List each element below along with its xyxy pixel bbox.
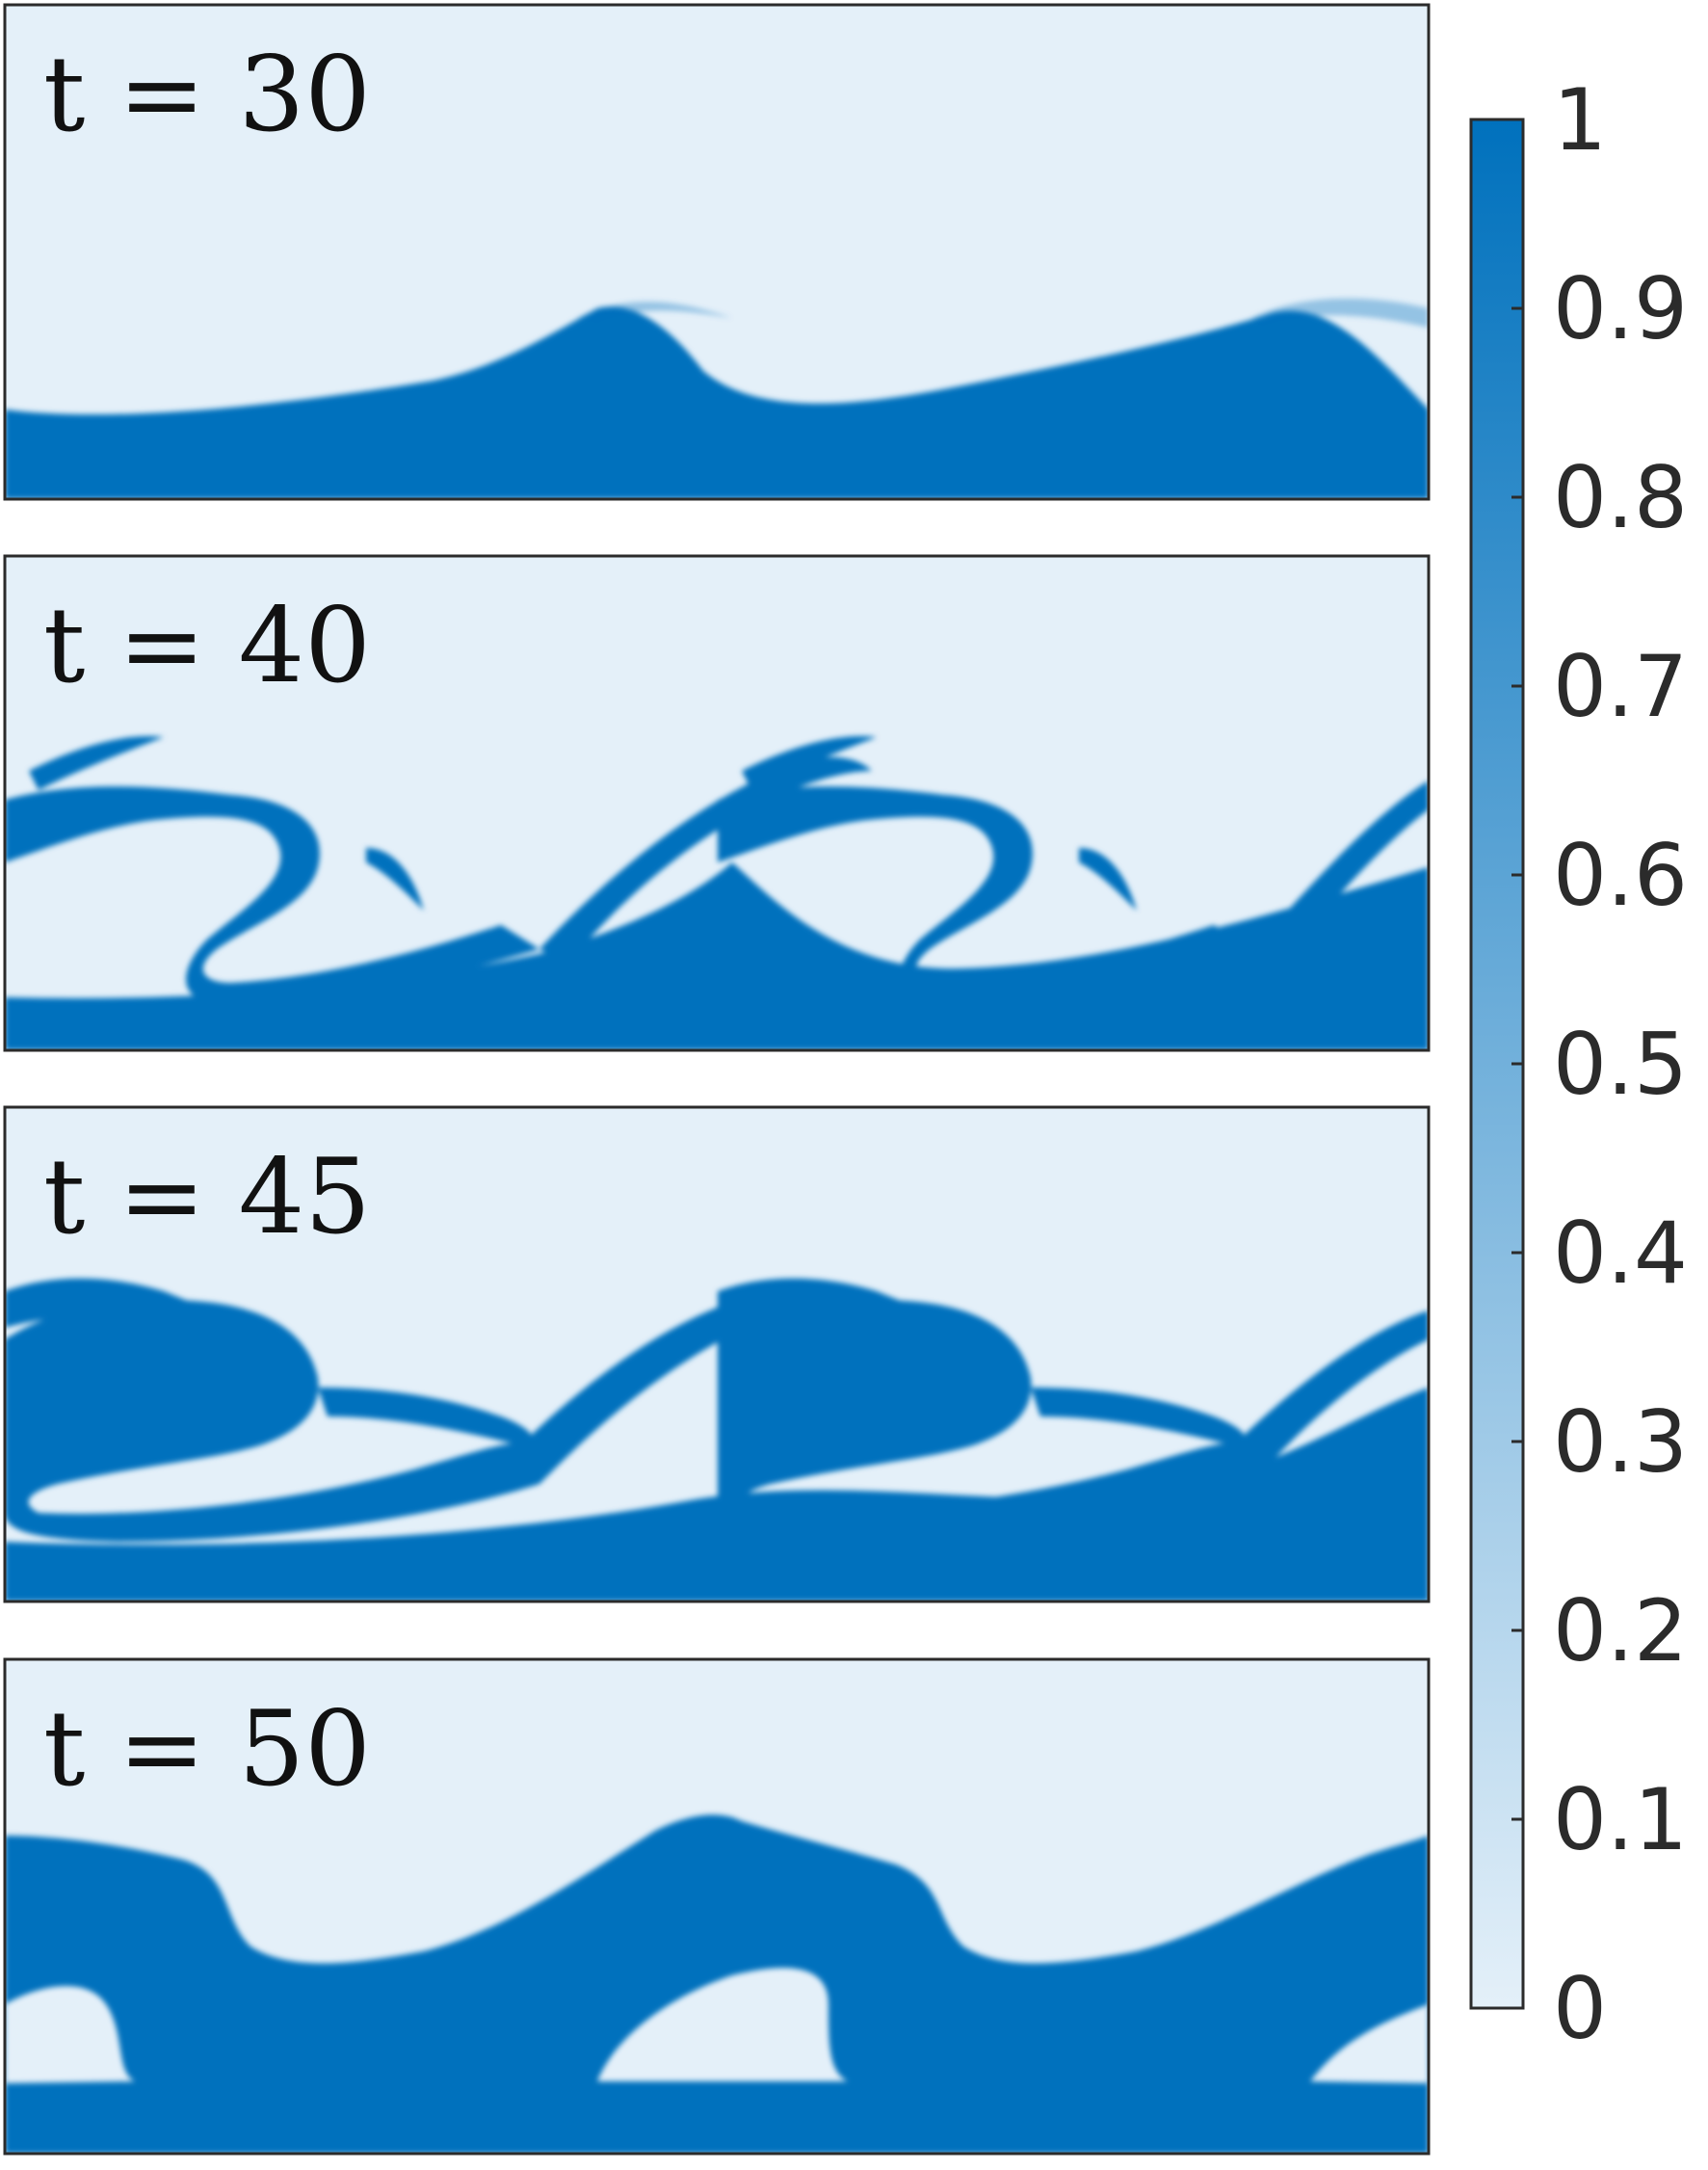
colorbar-tick-label: 0.7: [1553, 637, 1688, 736]
panel-label: t = 45: [43, 1137, 371, 1257]
panel-label: t = 30: [43, 35, 371, 155]
colorbar-tick-label: 0.3: [1553, 1392, 1688, 1492]
panel-label: t = 40: [43, 586, 371, 706]
colorbar-tick-label: 0.2: [1553, 1581, 1688, 1680]
colorbar-tick-label: 0.6: [1553, 826, 1688, 925]
panel-t50: t = 50: [3, 1657, 1431, 2156]
colorbar-tick-label: 0.4: [1553, 1204, 1688, 1303]
colorbar-tick-label: 0.5: [1553, 1015, 1688, 1114]
figure: t = 30 t = 40 t = 45 t = 50 00.10.20.30.…: [3, 3, 1688, 2156]
panel-t30: t = 30: [3, 3, 1431, 501]
colorbar-tick-label: 1: [1553, 70, 1607, 170]
panel-t40: t = 40: [3, 554, 1431, 1052]
colorbar-tick-label: 0.9: [1553, 259, 1688, 358]
panel-label: t = 50: [43, 1689, 371, 1810]
panel-t45: t = 45: [3, 1105, 1431, 1603]
colorbar: 0 0.1 0.2 0.3 0.4 0.5 0.6 0.7 0.8 0.9 1: [1469, 70, 1688, 2058]
colorbar-tick-label: 0.1: [1553, 1770, 1688, 1869]
colorbar-ticks: 0 0.1 0.2 0.3 0.4 0.5 0.6 0.7 0.8 0.9 1: [1511, 70, 1688, 2058]
colorbar-tick-label: 0.8: [1553, 448, 1688, 547]
colorbar-tick-label: 0: [1553, 1959, 1607, 2058]
